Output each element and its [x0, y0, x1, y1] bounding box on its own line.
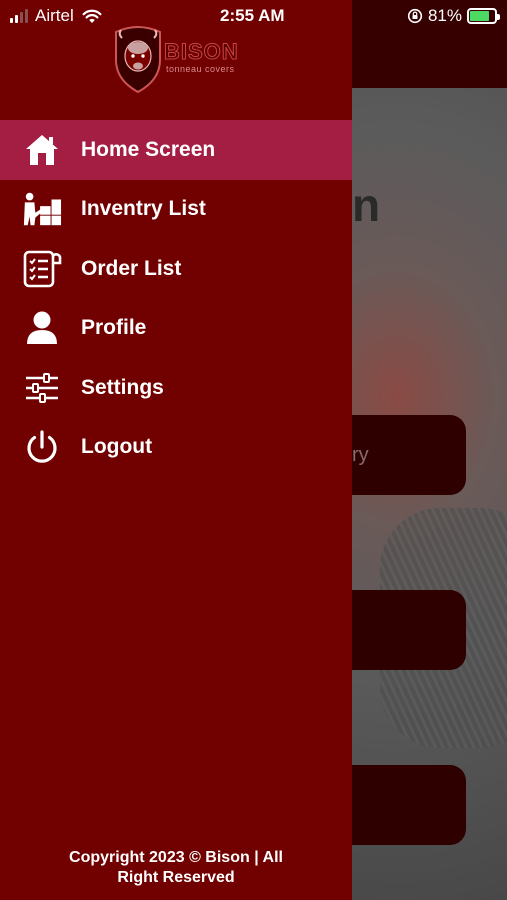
menu-item-settings[interactable]: Settings: [0, 358, 352, 418]
menu-item-profile[interactable]: Profile: [0, 299, 352, 359]
home-icon: [22, 130, 62, 170]
settings-icon: [22, 368, 62, 408]
menu-item-label: Inventry List: [81, 197, 206, 221]
navigation-drawer: BISON tonneau covers Home Screen Inventr…: [0, 0, 352, 900]
bison-logo: BISON tonneau covers: [112, 24, 242, 94]
status-bar: Airtel 2:55 AM 81%: [0, 0, 507, 32]
menu-item-home-screen[interactable]: Home Screen: [0, 120, 352, 180]
menu-item-order-list[interactable]: Order List: [0, 239, 352, 299]
menu-item-label: Profile: [81, 316, 147, 340]
copyright-footer: Copyright 2023 © Bison | All Right Reser…: [0, 848, 352, 888]
order-list-icon: [22, 249, 62, 289]
bison-shield-icon: [115, 26, 161, 94]
menu-item-label: Settings: [81, 375, 164, 399]
logo-wordmark: BISON: [164, 39, 239, 64]
inventory-icon: [22, 189, 62, 229]
background-logo-fragment: n: [352, 179, 381, 231]
menu-item-label: Home Screen: [81, 137, 216, 161]
menu-item-label: Order List: [81, 256, 182, 280]
signal-icon: [10, 9, 28, 23]
orientation-lock-icon: [407, 8, 423, 24]
menu-item-label: Logout: [81, 435, 153, 459]
battery-charging-icon: [467, 8, 500, 24]
logout-icon: [22, 427, 62, 467]
background-logo-tagline-fragment: · · · · · ·: [352, 236, 405, 246]
drawer-menu: Home Screen Inventry List Order List Pro…: [0, 120, 352, 477]
carrier-name: Airtel: [35, 6, 74, 25]
logo-tagline: tonneau covers: [166, 64, 235, 74]
battery-percent: 81%: [427, 6, 462, 25]
background-button-label: ry: [352, 444, 369, 466]
profile-icon: [22, 308, 62, 348]
copyright-line-2: Right Reserved: [117, 869, 235, 886]
menu-item-inventry-list[interactable]: Inventry List: [0, 180, 352, 240]
clock: 2:55 AM: [220, 6, 285, 25]
menu-item-logout[interactable]: Logout: [0, 418, 352, 478]
wifi-icon: [82, 9, 102, 23]
copyright-line-1: Copyright 2023 © Bison | All: [69, 849, 283, 866]
